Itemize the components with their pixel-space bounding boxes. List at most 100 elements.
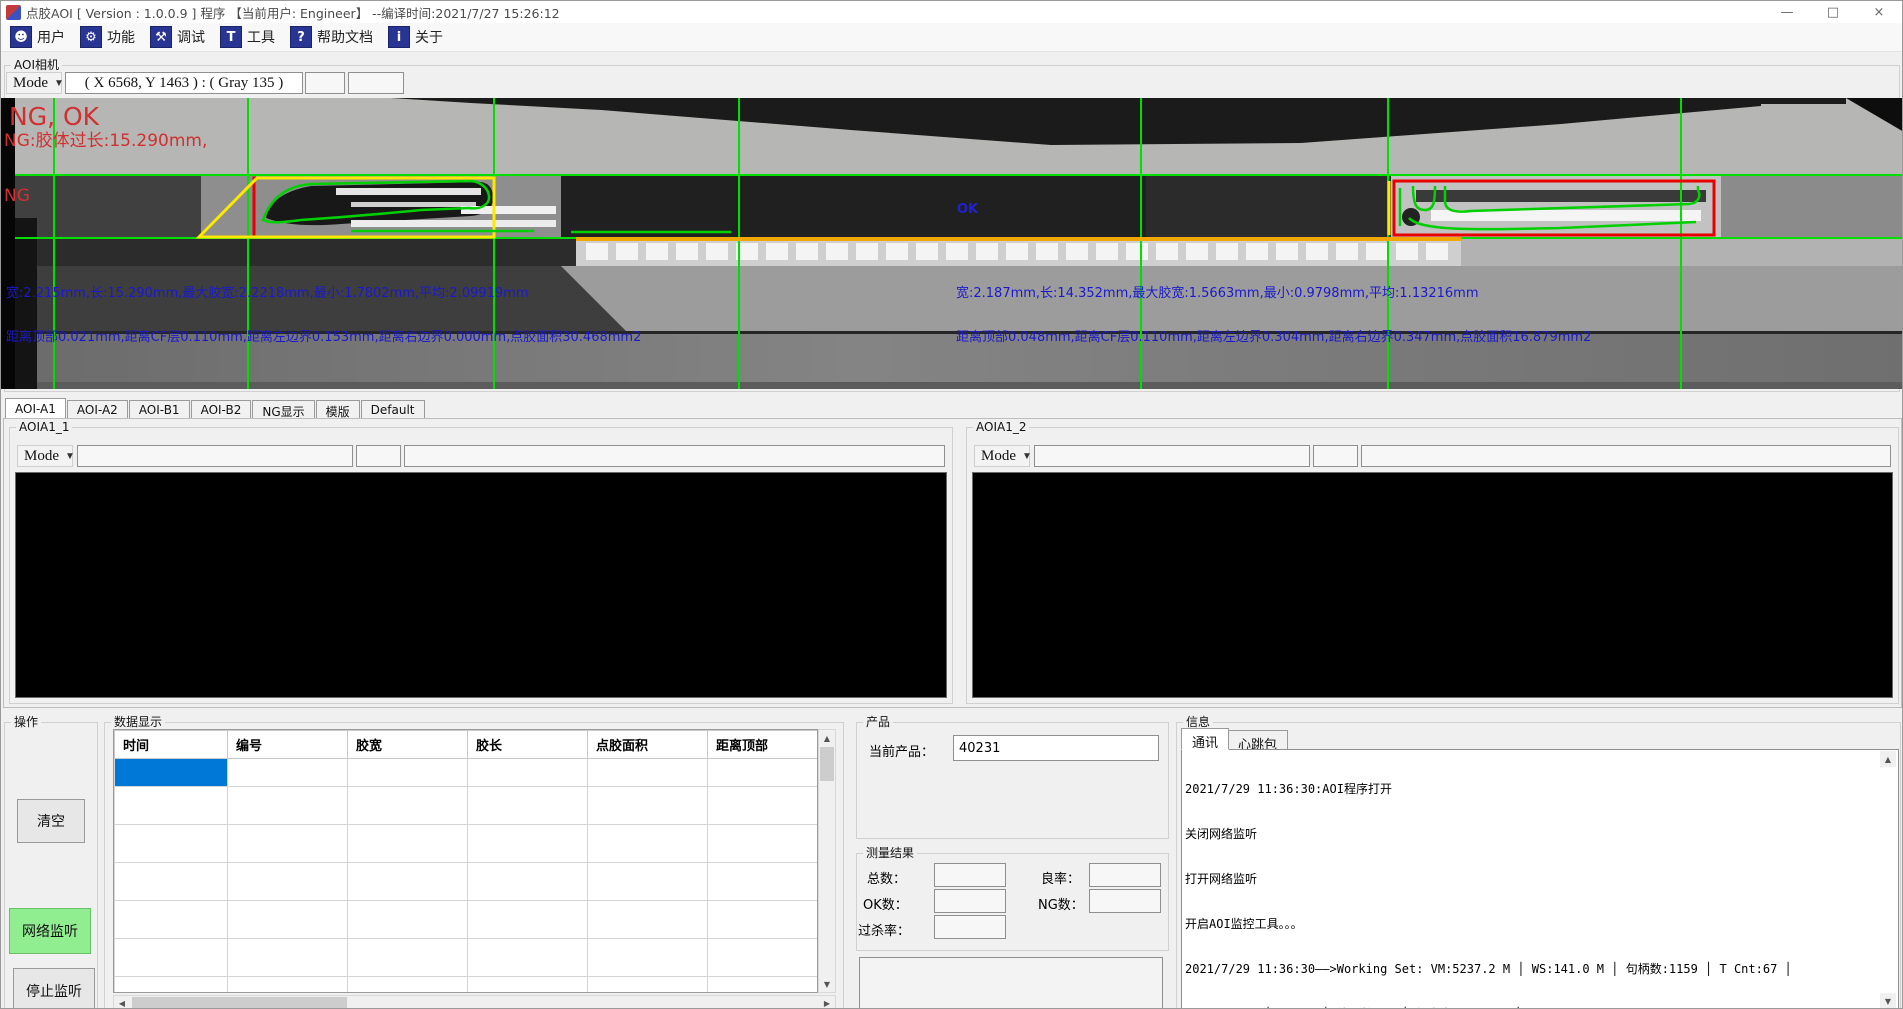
panel2-field-3[interactable] — [1361, 445, 1891, 467]
panel2-mode-dropdown[interactable]: Mode ▼ — [974, 445, 1030, 467]
stop-listen-button[interactable]: 停止监听 — [13, 968, 95, 1009]
panel1-mode-dropdown[interactable]: Mode ▼ — [17, 445, 73, 467]
panel1-field-1[interactable] — [77, 445, 353, 467]
table-cell[interactable] — [228, 977, 348, 994]
table-cell[interactable] — [588, 825, 708, 863]
table-cell[interactable] — [588, 939, 708, 977]
table-cell[interactable] — [348, 863, 468, 901]
table-cell[interactable] — [115, 939, 228, 977]
tab-aoi-a2[interactable]: AOI-A2 — [67, 400, 128, 419]
table-vscrollbar[interactable]: ▲ ▼ — [818, 729, 836, 993]
table-cell[interactable] — [348, 759, 468, 787]
col-glue-length[interactable]: 胶长 — [468, 731, 588, 759]
table-cell[interactable] — [588, 759, 708, 787]
camera-mode-dropdown[interactable]: Mode ▼ — [6, 72, 62, 94]
panel2-field-2[interactable] — [1313, 445, 1358, 467]
current-product-field[interactable]: 40231 — [953, 735, 1159, 761]
col-glue-area[interactable]: 点胶面积 — [588, 731, 708, 759]
table-cell[interactable] — [468, 787, 588, 825]
table-cell[interactable] — [228, 901, 348, 939]
camera-field-2[interactable] — [305, 72, 345, 94]
scrollbar-thumb[interactable] — [132, 997, 347, 1009]
table-cell[interactable] — [115, 901, 228, 939]
total-field[interactable] — [934, 863, 1006, 887]
panel1-field-3[interactable] — [404, 445, 945, 467]
panel1-field-2[interactable] — [356, 445, 401, 467]
table-cell[interactable] — [708, 977, 818, 994]
overkill-field[interactable] — [934, 915, 1006, 939]
table-cell[interactable] — [468, 825, 588, 863]
col-glue-width[interactable]: 胶宽 — [348, 731, 468, 759]
table-cell[interactable] — [708, 863, 818, 901]
toolbar-item-about[interactable]: i 关于 — [385, 24, 455, 50]
toolbar-item-function[interactable]: ⚙ 功能 — [77, 24, 147, 50]
tab-aoi-b2[interactable]: AOI-B2 — [191, 400, 252, 419]
table-cell[interactable] — [468, 863, 588, 901]
table-cell[interactable] — [588, 901, 708, 939]
table-cell[interactable] — [348, 787, 468, 825]
table-cell[interactable] — [115, 825, 228, 863]
tab-heartbeat[interactable]: 心跳包 — [1227, 730, 1288, 750]
table-cell[interactable] — [588, 863, 708, 901]
table-cell[interactable] — [708, 787, 818, 825]
table-cell[interactable] — [468, 759, 588, 787]
toolbar-item-help[interactable]: ? 帮助文档 — [287, 24, 385, 50]
table-cell[interactable] — [348, 939, 468, 977]
comms-log[interactable]: 2021/7/29 11:36:30:AOI程序打开 关闭网络监听 打开网络监听… — [1181, 749, 1899, 1009]
table-cell[interactable] — [348, 825, 468, 863]
log-vscrollbar[interactable]: ▲ ▼ — [1880, 751, 1898, 1009]
scrollbar-thumb[interactable] — [820, 747, 834, 781]
scroll-down-icon[interactable]: ▼ — [819, 976, 835, 992]
table-cell[interactable] — [115, 863, 228, 901]
tab-default[interactable]: Default — [361, 400, 425, 419]
panel1-image[interactable] — [15, 472, 947, 698]
panel2-field-1[interactable] — [1034, 445, 1310, 467]
table-cell[interactable] — [228, 863, 348, 901]
net-listen-button[interactable]: 网络监听 — [9, 908, 91, 954]
table-cell[interactable] — [115, 977, 228, 994]
table-cell[interactable] — [468, 901, 588, 939]
tab-comms[interactable]: 通讯 — [1181, 728, 1229, 750]
close-icon[interactable]: × — [1856, 1, 1902, 23]
table-cell[interactable] — [228, 939, 348, 977]
clear-button[interactable]: 清空 — [17, 799, 85, 843]
camera-field-3[interactable] — [348, 72, 404, 94]
maximize-icon[interactable]: □ — [1810, 1, 1856, 23]
table-hscrollbar[interactable]: ◀ ▶ — [113, 995, 836, 1009]
tab-aoi-a1[interactable]: AOI-A1 — [5, 398, 66, 419]
col-time[interactable]: 时间 — [115, 731, 228, 759]
scroll-up-icon[interactable]: ▲ — [1880, 751, 1896, 767]
table-cell[interactable] — [115, 787, 228, 825]
table-cell[interactable] — [348, 901, 468, 939]
toolbar-item-user[interactable]: ☻ 用户 — [7, 24, 77, 50]
table-cell[interactable] — [708, 939, 818, 977]
table-cell[interactable] — [708, 759, 818, 787]
scroll-up-icon[interactable]: ▲ — [819, 730, 835, 746]
table-cell[interactable] — [228, 825, 348, 863]
table-cell[interactable] — [468, 977, 588, 994]
minimize-icon[interactable]: — — [1764, 1, 1810, 23]
yield-field[interactable] — [1089, 863, 1161, 887]
camera-image[interactable]: NG, OK NG:胶体过长:15.290mm, NG OK 宽:2.215mm… — [1, 98, 1903, 389]
col-id[interactable]: 编号 — [228, 731, 348, 759]
scroll-right-icon[interactable]: ▶ — [819, 996, 835, 1009]
table-cell[interactable] — [588, 977, 708, 994]
ng-count-field[interactable] — [1089, 889, 1161, 913]
ok-count-field[interactable] — [934, 889, 1006, 913]
scroll-down-icon[interactable]: ▼ — [1880, 993, 1896, 1009]
tab-aoi-b1[interactable]: AOI-B1 — [129, 400, 190, 419]
table-cell[interactable] — [228, 759, 348, 787]
table-cell[interactable] — [588, 787, 708, 825]
table-cell[interactable] — [708, 825, 818, 863]
table-cell[interactable] — [228, 787, 348, 825]
toolbar-item-debug[interactable]: ⚒ 调试 — [147, 24, 217, 50]
tab-ng-display[interactable]: NG显示 — [252, 400, 314, 419]
col-dist-top[interactable]: 距离顶部 — [708, 731, 818, 759]
panel2-image[interactable] — [972, 472, 1893, 698]
table-cell[interactable] — [468, 939, 588, 977]
selected-cell[interactable] — [115, 759, 228, 787]
toolbar-item-tools[interactable]: T 工具 — [217, 24, 287, 50]
scroll-left-icon[interactable]: ◀ — [114, 996, 130, 1009]
table-cell[interactable] — [348, 977, 468, 994]
tab-template[interactable]: 模版 — [316, 400, 360, 419]
